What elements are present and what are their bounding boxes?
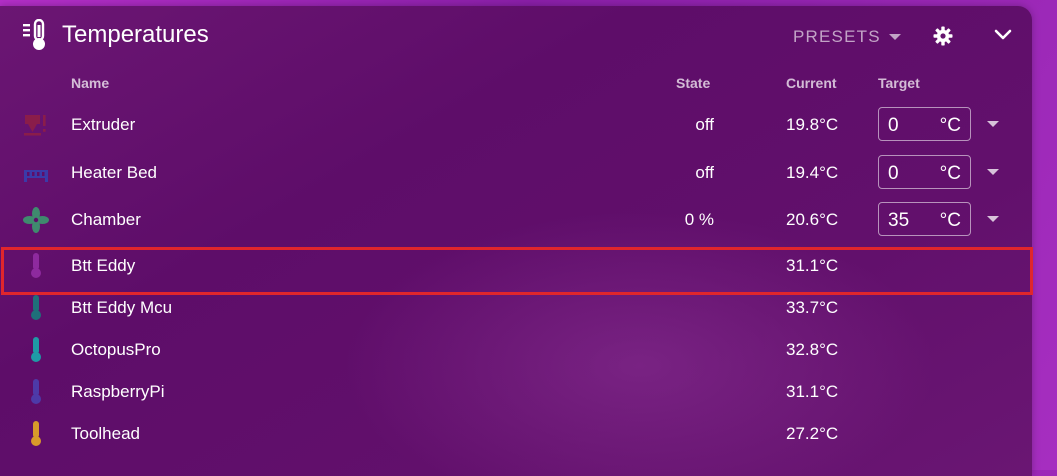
sensor-row-extruder[interactable]: Extruder off 19.8°C 0 °C xyxy=(0,105,1032,145)
sensor-current-temp: 33.7°C xyxy=(786,298,839,317)
sensor-name: Btt Eddy Mcu xyxy=(71,298,173,317)
sensor-name: Toolhead xyxy=(71,424,141,443)
collapse-chevron-icon[interactable] xyxy=(994,28,1012,42)
thermometer-icon xyxy=(31,295,41,320)
target-temp-unit: °C xyxy=(939,163,961,184)
sensor-name: Chamber xyxy=(71,210,141,229)
sensor-state: off xyxy=(695,115,714,134)
temperatures-panel: Temperatures PRESETS Name State Current … xyxy=(0,6,1033,476)
target-temp-unit: °C xyxy=(939,210,961,231)
sensor-current-temp: 19.4°C xyxy=(786,163,839,182)
target-temp-input[interactable]: 0 °C xyxy=(878,107,971,141)
fan-icon xyxy=(23,207,49,233)
thermometer-icon xyxy=(31,379,41,404)
sensor-row-chamber[interactable]: Chamber 0 % 20.6°C 35 °C xyxy=(0,200,1032,240)
chevron-down-icon xyxy=(888,34,901,40)
chevron-down-icon[interactable] xyxy=(987,216,999,222)
heater-bed-icon xyxy=(24,170,48,182)
column-header-target: Target xyxy=(878,75,920,91)
sensor-name: Heater Bed xyxy=(71,163,157,182)
sensor-name: Extruder xyxy=(71,115,136,134)
target-temp-unit: °C xyxy=(939,115,961,136)
target-temp-input[interactable]: 0 °C xyxy=(878,155,971,189)
extruder-icon xyxy=(24,115,46,136)
gear-icon[interactable] xyxy=(933,26,953,46)
sensor-current-temp: 20.6°C xyxy=(786,210,839,229)
column-header-name: Name xyxy=(71,75,110,91)
sensor-current-temp: 32.8°C xyxy=(786,340,839,359)
selection-highlight xyxy=(1,247,1033,295)
panel-header: Temperatures PRESETS xyxy=(0,6,1032,68)
target-temp-value: 35 xyxy=(888,210,910,231)
thermometer-icon xyxy=(31,421,41,446)
target-temp-value: 0 xyxy=(888,163,899,184)
column-header-current: Current xyxy=(786,75,837,91)
target-temp-value: 0 xyxy=(888,115,899,136)
chevron-down-icon[interactable] xyxy=(987,169,999,175)
sensor-current-temp: 31.1°C xyxy=(786,382,839,401)
sensor-state: 0 % xyxy=(684,210,714,229)
sensor-current-temp: 19.8°C xyxy=(786,115,839,134)
sensor-row-octopuspro[interactable]: OctopusPro 32.8°C xyxy=(0,330,1032,370)
presets-dropdown[interactable]: PRESETS xyxy=(793,27,901,47)
sensor-name: RaspberryPi xyxy=(71,382,165,401)
sensor-row-toolhead[interactable]: Toolhead 27.2°C xyxy=(0,414,1032,454)
target-temp-input[interactable]: 35 °C xyxy=(878,202,971,236)
panel-title: Temperatures xyxy=(62,21,209,48)
thermometer-icon xyxy=(31,337,41,362)
thermometer-lines-icon xyxy=(23,19,45,50)
presets-label: PRESETS xyxy=(793,27,881,46)
sensor-name: OctopusPro xyxy=(71,340,161,359)
sensor-current-temp: 27.2°C xyxy=(786,424,839,443)
chevron-down-icon[interactable] xyxy=(987,121,999,127)
sensor-row-raspberrypi[interactable]: RaspberryPi 31.1°C xyxy=(0,372,1032,412)
sensor-row-heater-bed[interactable]: Heater Bed off 19.4°C 0 °C xyxy=(0,153,1032,193)
sensor-state: off xyxy=(695,163,714,182)
column-header-state: State xyxy=(676,75,711,91)
